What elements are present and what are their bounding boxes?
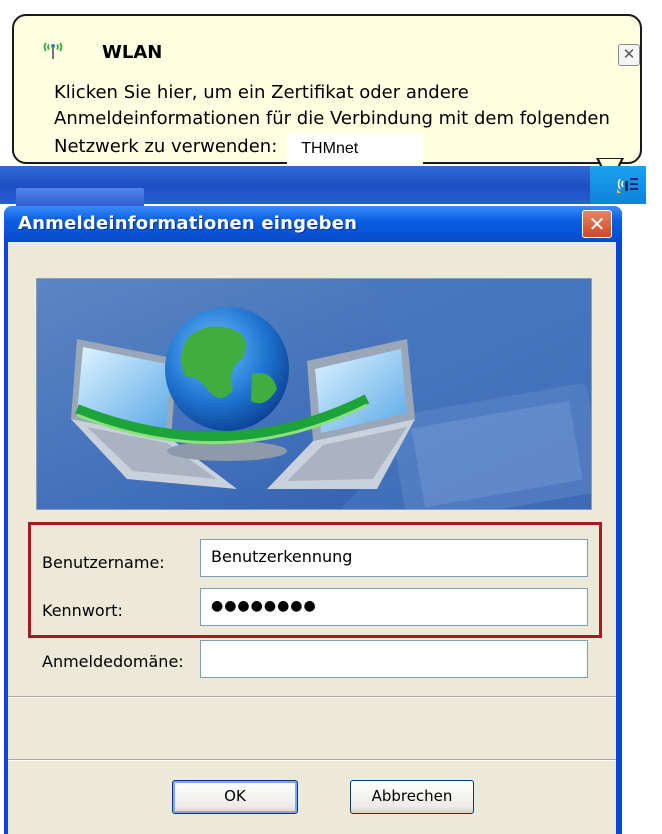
- tray-wireless-icon[interactable]: [616, 175, 640, 195]
- separator: [8, 696, 616, 698]
- network-banner-image: [36, 278, 592, 510]
- password-label: Kennwort:: [42, 601, 123, 620]
- ok-button[interactable]: OK: [172, 780, 298, 814]
- separator: [8, 759, 616, 761]
- username-value: Benutzerkennung: [211, 547, 353, 566]
- network-name: THMnet: [301, 140, 359, 157]
- network-globe-laptops-icon: [37, 279, 591, 509]
- balloon-message[interactable]: Klicken Sie hier, um ein Zertifikat oder…: [54, 80, 610, 164]
- password-field[interactable]: ●●●●●●●●: [200, 588, 588, 626]
- cancel-button[interactable]: Abbrechen: [350, 780, 474, 814]
- balloon-message-line: Klicken Sie hier, um ein Zertifikat oder…: [54, 82, 469, 103]
- ok-button-label: OK: [224, 787, 246, 805]
- username-label: Benutzername:: [42, 553, 165, 572]
- dialog-title: Anmeldeinformationen eingeben: [18, 213, 358, 234]
- wireless-network-icon: [43, 42, 63, 59]
- balloon-message-text: Netzwerk zu verwenden:: [54, 136, 278, 157]
- dialog-close-button[interactable]: ✕: [582, 210, 612, 238]
- username-field[interactable]: Benutzerkennung: [200, 539, 588, 577]
- close-icon: ✕: [622, 45, 636, 63]
- balloon-message-line: Anmeldeinformationen für die Verbindung …: [54, 108, 610, 129]
- dialog-title-bar[interactable]: Anmeldeinformationen eingeben ✕: [4, 206, 622, 242]
- cancel-button-label: Abbrechen: [371, 787, 453, 805]
- wlan-balloon-notification[interactable]: WLAN ✕ Klicken Sie hier, um ein Zertifik…: [12, 14, 642, 164]
- taskbar: [0, 166, 642, 206]
- domain-label: Anmeldedomäne:: [42, 652, 184, 671]
- balloon-title: WLAN: [102, 42, 163, 63]
- password-value: ●●●●●●●●: [211, 598, 317, 614]
- network-name-box: THMnet: [287, 134, 424, 164]
- domain-field[interactable]: [200, 640, 588, 678]
- balloon-message-line: Netzwerk zu verwenden: THMnet: [54, 132, 610, 164]
- balloon-close-button[interactable]: ✕: [618, 44, 640, 66]
- taskbar-button[interactable]: [16, 188, 144, 206]
- close-icon: ✕: [588, 212, 606, 236]
